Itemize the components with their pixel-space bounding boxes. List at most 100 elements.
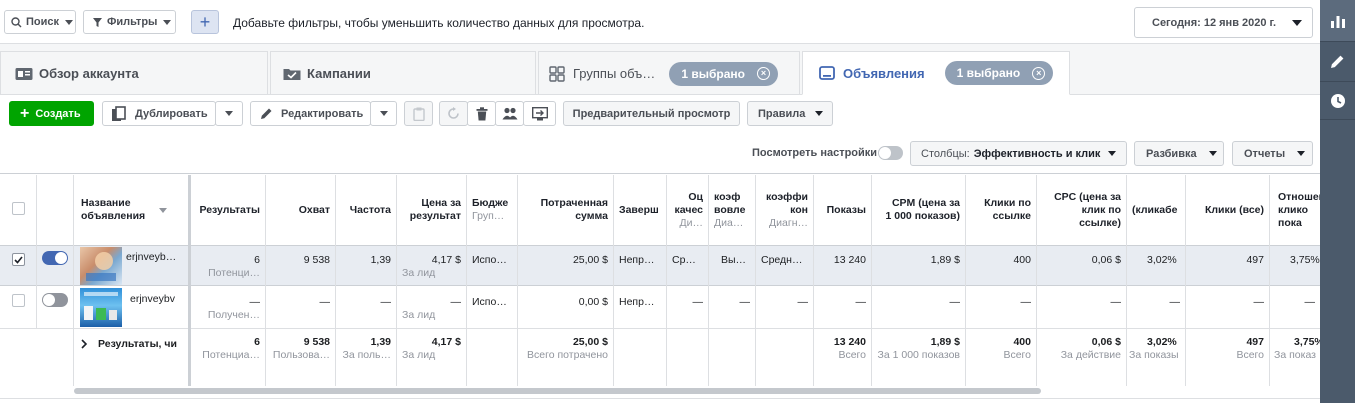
totals-impressions: 13 240 (833, 336, 866, 348)
ad-status-toggle[interactable] (42, 293, 68, 307)
table-cell: — (1037, 296, 1126, 309)
refresh-button[interactable] (439, 101, 468, 126)
ads-badge-label: 1 выбрано (956, 66, 1021, 80)
header-cost-per-result[interactable]: Цена за результат (397, 175, 466, 245)
header-clicks-all[interactable]: Клики (все) (1186, 175, 1269, 245)
cell-results: 6 (254, 254, 260, 266)
folder-check-icon (283, 68, 301, 80)
reports-button[interactable]: Отчеты (1232, 141, 1313, 166)
header-cpm[interactable]: CPM (цена за 1 000 показов) (872, 175, 965, 245)
sidebar-history-button[interactable] (1320, 82, 1355, 120)
header-results[interactable]: Результаты (191, 175, 265, 245)
ad-status-toggle[interactable] (42, 251, 68, 265)
header-engagement[interactable]: коэф вовле Диа… (709, 175, 755, 245)
table-cell: 1,89 $ (872, 254, 965, 267)
ab-test-button[interactable] (523, 101, 556, 126)
header-conversion[interactable]: коэффи кон Диагн… (756, 175, 813, 245)
row-checkbox[interactable] (12, 294, 25, 307)
totals-cell: 400 Всего (966, 336, 1036, 362)
close-icon[interactable]: × (756, 67, 770, 80)
header-quality[interactable]: Оц качес Ди… (667, 175, 708, 245)
checkmark-icon (14, 255, 23, 264)
tab-bottom-border (0, 94, 802, 95)
duplicate-button[interactable]: Дублировать (102, 101, 216, 126)
ads-selected-badge[interactable]: 1 выбрано × (944, 61, 1054, 85)
header-cpc[interactable]: CPC (цена за клик по ссылке) (1037, 175, 1126, 245)
date-range-button[interactable]: Сегодня: 12 янв 2020 г. (1134, 7, 1313, 38)
header-ratio[interactable]: Отношен клико пока (1270, 175, 1320, 245)
header-impressions[interactable]: Показы (814, 175, 871, 245)
cell-ratio: 3,75% (1290, 254, 1320, 266)
horizontal-scrollbar-thumb[interactable] (74, 388, 1041, 394)
table-cell: — За лид (397, 296, 466, 322)
sidebar-reporting-button[interactable] (1320, 0, 1355, 42)
tab-adsets[interactable]: Группы объ… 1 выбрано × (538, 51, 800, 95)
create-button[interactable]: + Создать (9, 101, 94, 126)
filters-button[interactable]: Фильтры (83, 10, 176, 34)
close-icon[interactable]: × (1032, 66, 1046, 80)
totals-cpm-sub: За 1 000 показов (877, 349, 960, 361)
ad-name[interactable]: erjnveyb… (126, 251, 184, 264)
header-ad-name[interactable]: Название объявления (74, 175, 188, 245)
preview-button[interactable]: Предварительный просмотр (563, 101, 740, 126)
totals-cost: 4,17 $ (431, 336, 461, 348)
ad-thumbnail[interactable] (80, 288, 122, 327)
delete-button[interactable] (467, 101, 496, 126)
cell-results: — (249, 296, 261, 308)
ad-name[interactable]: erjnveybv (130, 293, 188, 306)
columns-button[interactable]: Столбцы: Эффективность и клик (910, 141, 1127, 166)
search-button[interactable]: Поиск (4, 10, 76, 34)
edit-button[interactable]: Редактировать (250, 101, 371, 126)
header-reach[interactable]: Охват (266, 175, 335, 245)
edit-dropdown-button[interactable] (370, 101, 397, 126)
header-budget[interactable]: Бюдже Груп… (467, 175, 517, 245)
tab-ads-label: Объявления (843, 65, 925, 81)
header-impressions-label: Показы (826, 203, 866, 216)
totals-results-sub: Потенциа… (202, 349, 260, 361)
tab-ads[interactable]: Объявления 1 выбрано × (802, 51, 1070, 95)
breakdown-button[interactable]: Разбивка (1134, 141, 1224, 166)
totals-cell: 3,75%За показ (1270, 336, 1320, 362)
row-checkbox[interactable] (12, 253, 25, 266)
header-budget-wrap: Бюдже Груп… (472, 197, 508, 223)
select-all-checkbox[interactable] (12, 202, 25, 215)
totals-cell: 1,89 $ За 1 000 показов (872, 336, 965, 362)
header-ctr[interactable]: (кликабе (1127, 175, 1185, 245)
table-cell: — (814, 296, 871, 309)
cell-cpm: 1,89 $ (930, 254, 960, 266)
duplicate-dropdown-button[interactable] (215, 101, 243, 126)
header-results-label: Результаты (199, 203, 260, 216)
header-conversion-sub: Диагн… (769, 216, 808, 229)
cell-cpc: 0,06 $ (1091, 254, 1121, 266)
cell-spent: 25,00 $ (572, 254, 608, 266)
header-ends[interactable]: Заверш (614, 175, 666, 245)
trash-icon (476, 106, 487, 120)
header-link-clicks[interactable]: Клики по ссылке (966, 175, 1036, 245)
ad-thumbnail[interactable] (80, 247, 122, 285)
audience-button[interactable] (495, 101, 524, 126)
header-frequency[interactable]: Частота (336, 175, 396, 245)
header-ends-label: Заверш (619, 203, 659, 216)
clipboard-button[interactable] (404, 101, 433, 126)
header-frequency-label: Частота (349, 203, 391, 216)
adsets-selected-badge[interactable]: 1 выбрано × (669, 61, 778, 86)
rules-button[interactable]: Правила (747, 101, 833, 126)
totals-cell: 6 Потенциа… (191, 336, 265, 362)
tab-account-overview[interactable]: Обзор аккаунта (0, 51, 268, 95)
sidebar-edit-button[interactable] (1320, 42, 1355, 82)
totals-ctr: 3,02% (1147, 336, 1177, 348)
totals-expand-button[interactable]: Результаты, чи (80, 336, 190, 352)
chevron-down-icon (1208, 151, 1217, 156)
edit-label: Редактировать (281, 107, 364, 120)
header-spent[interactable]: Потраченная сумма (518, 175, 613, 245)
pencil-icon (1331, 55, 1344, 68)
totals-label: Результаты, чи (98, 338, 177, 350)
totals-cost-sub: За лид (402, 349, 436, 361)
view-settings-toggle[interactable] (878, 146, 903, 160)
totals-spent: 25,00 $ (572, 336, 608, 348)
add-filter-button[interactable]: + (191, 10, 219, 34)
tab-campaigns[interactable]: Кампании (270, 51, 536, 95)
header-reach-label: Охват (298, 203, 330, 216)
table-cell: — Получен… (191, 296, 265, 322)
table-cell: 497 (1186, 254, 1269, 267)
